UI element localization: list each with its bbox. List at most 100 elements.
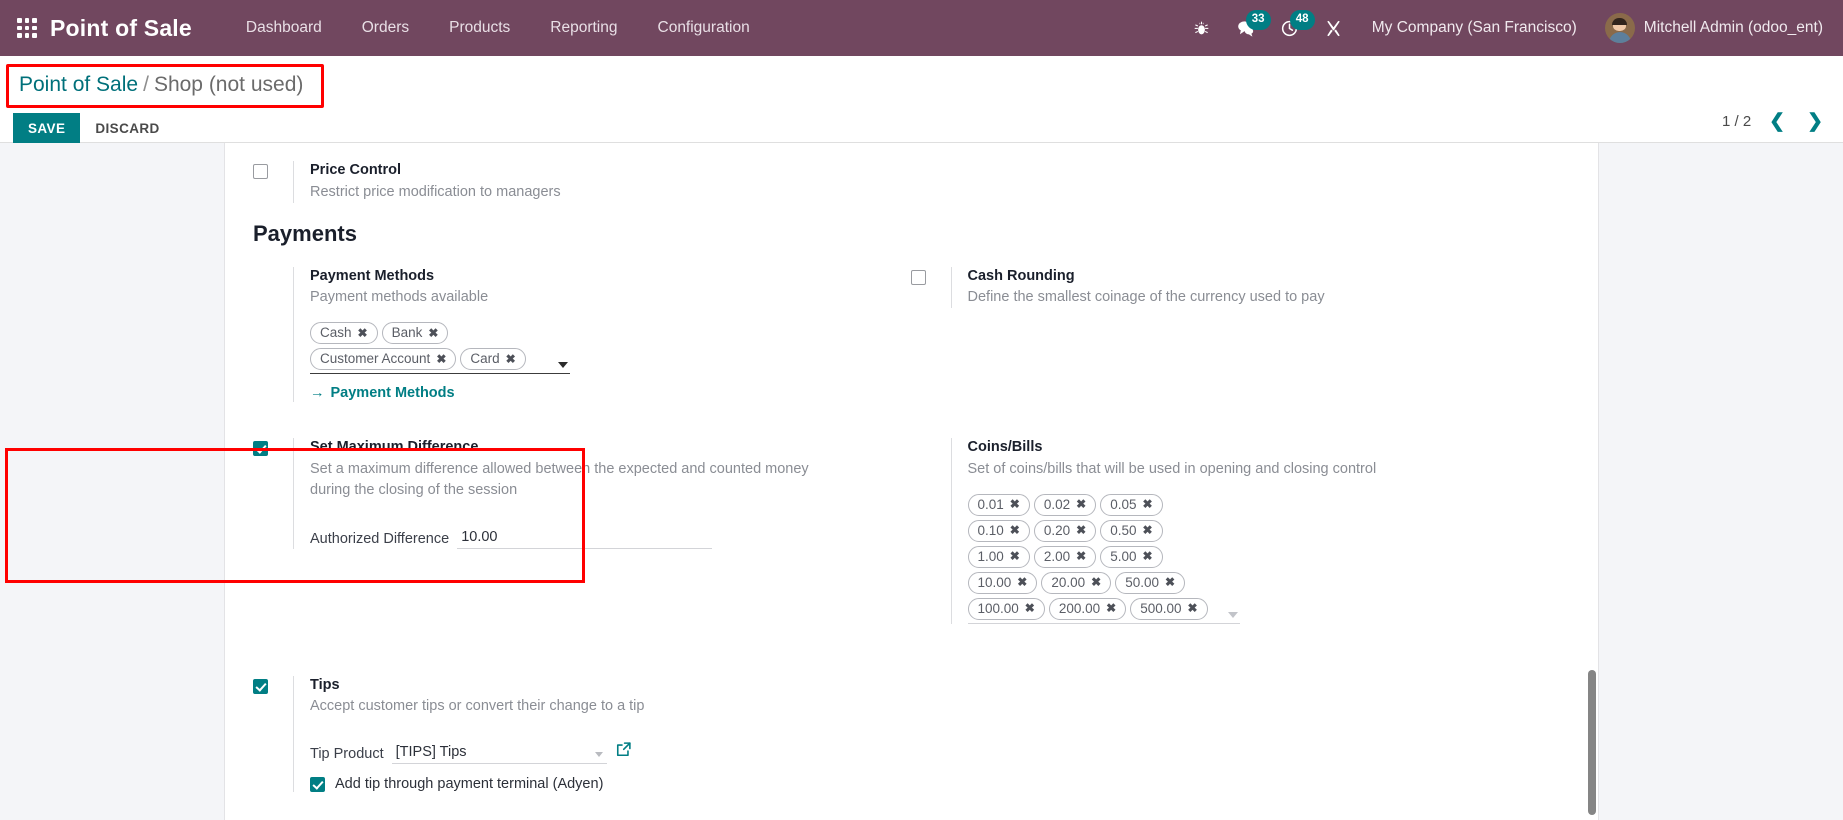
tag-item[interactable]: Bank ✖ bbox=[381, 322, 449, 345]
tag-remove-icon[interactable]: ✖ bbox=[1142, 549, 1152, 563]
menu-item-configuration[interactable]: Configuration bbox=[638, 13, 770, 43]
tag-remove-icon[interactable]: ✖ bbox=[1076, 497, 1086, 511]
app-brand-title[interactable]: Point of Sale bbox=[50, 15, 192, 42]
apps-grid-icon[interactable] bbox=[10, 11, 44, 45]
tips-checkbox[interactable] bbox=[253, 678, 268, 694]
tag-label: 0.01 bbox=[977, 496, 1004, 512]
tag-remove-icon[interactable]: ✖ bbox=[1091, 575, 1101, 589]
developer-tools-icon[interactable] bbox=[1312, 8, 1356, 48]
menu-item-orders[interactable]: Orders bbox=[342, 13, 429, 43]
tag-label: 1.00 bbox=[977, 548, 1004, 564]
tag-remove-icon[interactable]: ✖ bbox=[1142, 523, 1152, 537]
tag-item[interactable]: 0.05 ✖ bbox=[1100, 493, 1163, 516]
save-button[interactable]: SAVE bbox=[13, 113, 81, 144]
tag-remove-icon[interactable]: ✖ bbox=[1076, 523, 1086, 537]
tag-item[interactable]: 0.01 ✖ bbox=[967, 493, 1030, 516]
price-control-checkbox[interactable] bbox=[253, 164, 268, 179]
price-control-checkbox-cell bbox=[253, 161, 293, 179]
internal-link-label: Payment Methods bbox=[330, 385, 455, 402]
user-menu[interactable]: Mitchell Admin (odoo_ent) bbox=[1593, 13, 1827, 43]
tag-remove-icon[interactable]: ✖ bbox=[428, 326, 438, 340]
tag-remove-icon[interactable]: ✖ bbox=[1025, 601, 1035, 615]
tag-label: 100.00 bbox=[977, 600, 1019, 616]
scrollbar-thumb[interactable] bbox=[1588, 670, 1596, 815]
menu-item-products[interactable]: Products bbox=[429, 13, 530, 43]
tag-remove-icon[interactable]: ✖ bbox=[1010, 549, 1020, 563]
tag-item[interactable]: 0.20 ✖ bbox=[1033, 519, 1097, 542]
menu-item-reporting[interactable]: Reporting bbox=[530, 13, 637, 43]
set-maximum-difference-checkbox[interactable] bbox=[253, 441, 268, 457]
tips-title: Tips bbox=[310, 676, 340, 693]
tag-item[interactable]: 0.50 ✖ bbox=[1100, 519, 1163, 542]
payment-methods-internal-link[interactable]: → Payment Methods bbox=[310, 385, 455, 401]
tag-item[interactable]: Cash ✖ bbox=[310, 322, 378, 345]
tag-remove-icon[interactable]: ✖ bbox=[1165, 575, 1175, 589]
tag-remove-icon[interactable]: ✖ bbox=[506, 352, 516, 366]
tag-label: 200.00 bbox=[1058, 600, 1101, 616]
tag-label: 0.10 bbox=[977, 522, 1004, 538]
vertical-scrollbar[interactable] bbox=[1585, 143, 1598, 820]
tag-remove-icon[interactable]: ✖ bbox=[1010, 523, 1020, 537]
tag-remove-icon[interactable]: ✖ bbox=[1106, 601, 1116, 615]
discard-button[interactable]: DISCARD bbox=[80, 113, 174, 144]
tag-item[interactable]: 500.00 ✖ bbox=[1130, 597, 1208, 620]
tag-remove-icon[interactable]: ✖ bbox=[1076, 549, 1086, 563]
navbar-right-tools: 33 48 My Company (San Francisco) Mitchel… bbox=[1180, 8, 1827, 48]
settings-col-right-1: Cash Rounding Define the smallest coinag… bbox=[910, 266, 1569, 403]
control-panel: Point of Sale / Shop (not used) SAVE DISCA… bbox=[0, 56, 1843, 144]
tag-remove-icon[interactable]: ✖ bbox=[436, 352, 446, 366]
tip-product-select-wrap bbox=[391, 743, 607, 765]
tag-item[interactable]: Card ✖ bbox=[460, 348, 526, 371]
settings-row-difference: Set Maximum Difference Set a maximum dif… bbox=[253, 438, 1568, 624]
tag-item[interactable]: 10.00 ✖ bbox=[967, 571, 1038, 594]
payment-methods-tags-input[interactable]: Cash ✖ Bank ✖ Customer Account ✖ Card ✖ bbox=[310, 322, 570, 375]
tag-item[interactable]: 20.00 ✖ bbox=[1041, 571, 1112, 594]
bug-icon[interactable] bbox=[1180, 8, 1224, 48]
setting-price-control: Price Control Restrict price modificatio… bbox=[253, 161, 1568, 203]
tip-product-input[interactable] bbox=[391, 744, 607, 765]
tag-item[interactable]: 0.02 ✖ bbox=[1033, 493, 1097, 516]
payment-methods-field: Cash ✖ Bank ✖ Customer Account ✖ Card ✖ bbox=[310, 322, 570, 375]
menu-item-dashboard[interactable]: Dashboard bbox=[226, 13, 342, 43]
authorized-difference-input[interactable] bbox=[457, 528, 713, 549]
coins-bills-body: Coins/Bills Set of coins/bills that will… bbox=[950, 438, 1543, 624]
tag-item[interactable]: 0.10 ✖ bbox=[967, 519, 1030, 542]
breadcrumb-root-link[interactable]: Point of Sale bbox=[19, 73, 138, 96]
user-name-label: Mitchell Admin (odoo_ent) bbox=[1643, 19, 1823, 36]
coins-bills-tags-input[interactable]: 0.01 ✖ 0.02 ✖ 0.05 ✖ 0.10 ✖ 0.20 ✖ 0.50 ✖ 1.00 ✖ 2.00 ✖… bbox=[967, 493, 1240, 624]
setting-set-maximum-difference: Set Maximum Difference Set a maximum dif… bbox=[253, 438, 885, 549]
breadcrumb-separator: / bbox=[143, 73, 149, 96]
setting-coins-bills: Coins/Bills Set of coins/bills that will… bbox=[911, 438, 1543, 624]
settings-row-tips: Tips Accept customer tips or convert the… bbox=[253, 675, 1568, 793]
tag-remove-icon[interactable]: ✖ bbox=[358, 326, 368, 340]
payment-methods-spacer bbox=[253, 267, 293, 270]
settings-col-left-3: Tips Accept customer tips or convert the… bbox=[253, 675, 911, 793]
tag-remove-icon[interactable]: ✖ bbox=[1188, 601, 1198, 615]
activities-clock-icon[interactable]: 48 bbox=[1268, 8, 1315, 48]
tag-remove-icon[interactable]: ✖ bbox=[1010, 497, 1020, 511]
pager-previous-icon[interactable]: ❮ bbox=[1765, 112, 1789, 131]
chevron-down-icon[interactable] bbox=[1227, 611, 1238, 618]
messages-icon[interactable]: 33 bbox=[1224, 8, 1271, 48]
adyen-tip-label: Add tip through payment terminal (Adyen) bbox=[335, 776, 604, 793]
chevron-down-icon[interactable] bbox=[558, 362, 568, 369]
cash-rounding-checkbox[interactable] bbox=[910, 269, 926, 285]
tag-remove-icon[interactable]: ✖ bbox=[1017, 575, 1027, 589]
tag-item[interactable]: 200.00 ✖ bbox=[1048, 597, 1127, 620]
adyen-tip-checkbox[interactable] bbox=[310, 776, 325, 792]
tag-item[interactable]: 5.00 ✖ bbox=[1100, 545, 1163, 568]
authorized-difference-row: Authorized Difference bbox=[310, 528, 885, 549]
tag-item[interactable]: 2.00 ✖ bbox=[1033, 545, 1097, 568]
tag-item[interactable]: 1.00 ✖ bbox=[967, 545, 1030, 568]
tag-item[interactable]: Customer Account ✖ bbox=[310, 348, 457, 371]
company-switcher[interactable]: My Company (San Francisco) bbox=[1356, 13, 1593, 43]
cash-rounding-description: Define the smallest coinage of the curre… bbox=[967, 289, 1325, 306]
tag-label: Bank bbox=[391, 325, 423, 341]
tag-item[interactable]: 50.00 ✖ bbox=[1115, 571, 1186, 594]
tag-label: 10.00 bbox=[977, 574, 1012, 590]
price-control-description: Restrict price modification to managers bbox=[310, 183, 561, 200]
tag-item[interactable]: 100.00 ✖ bbox=[967, 597, 1045, 620]
tag-remove-icon[interactable]: ✖ bbox=[1142, 497, 1152, 511]
external-link-icon[interactable] bbox=[615, 741, 632, 764]
pager-next-icon[interactable]: ❯ bbox=[1803, 112, 1827, 131]
